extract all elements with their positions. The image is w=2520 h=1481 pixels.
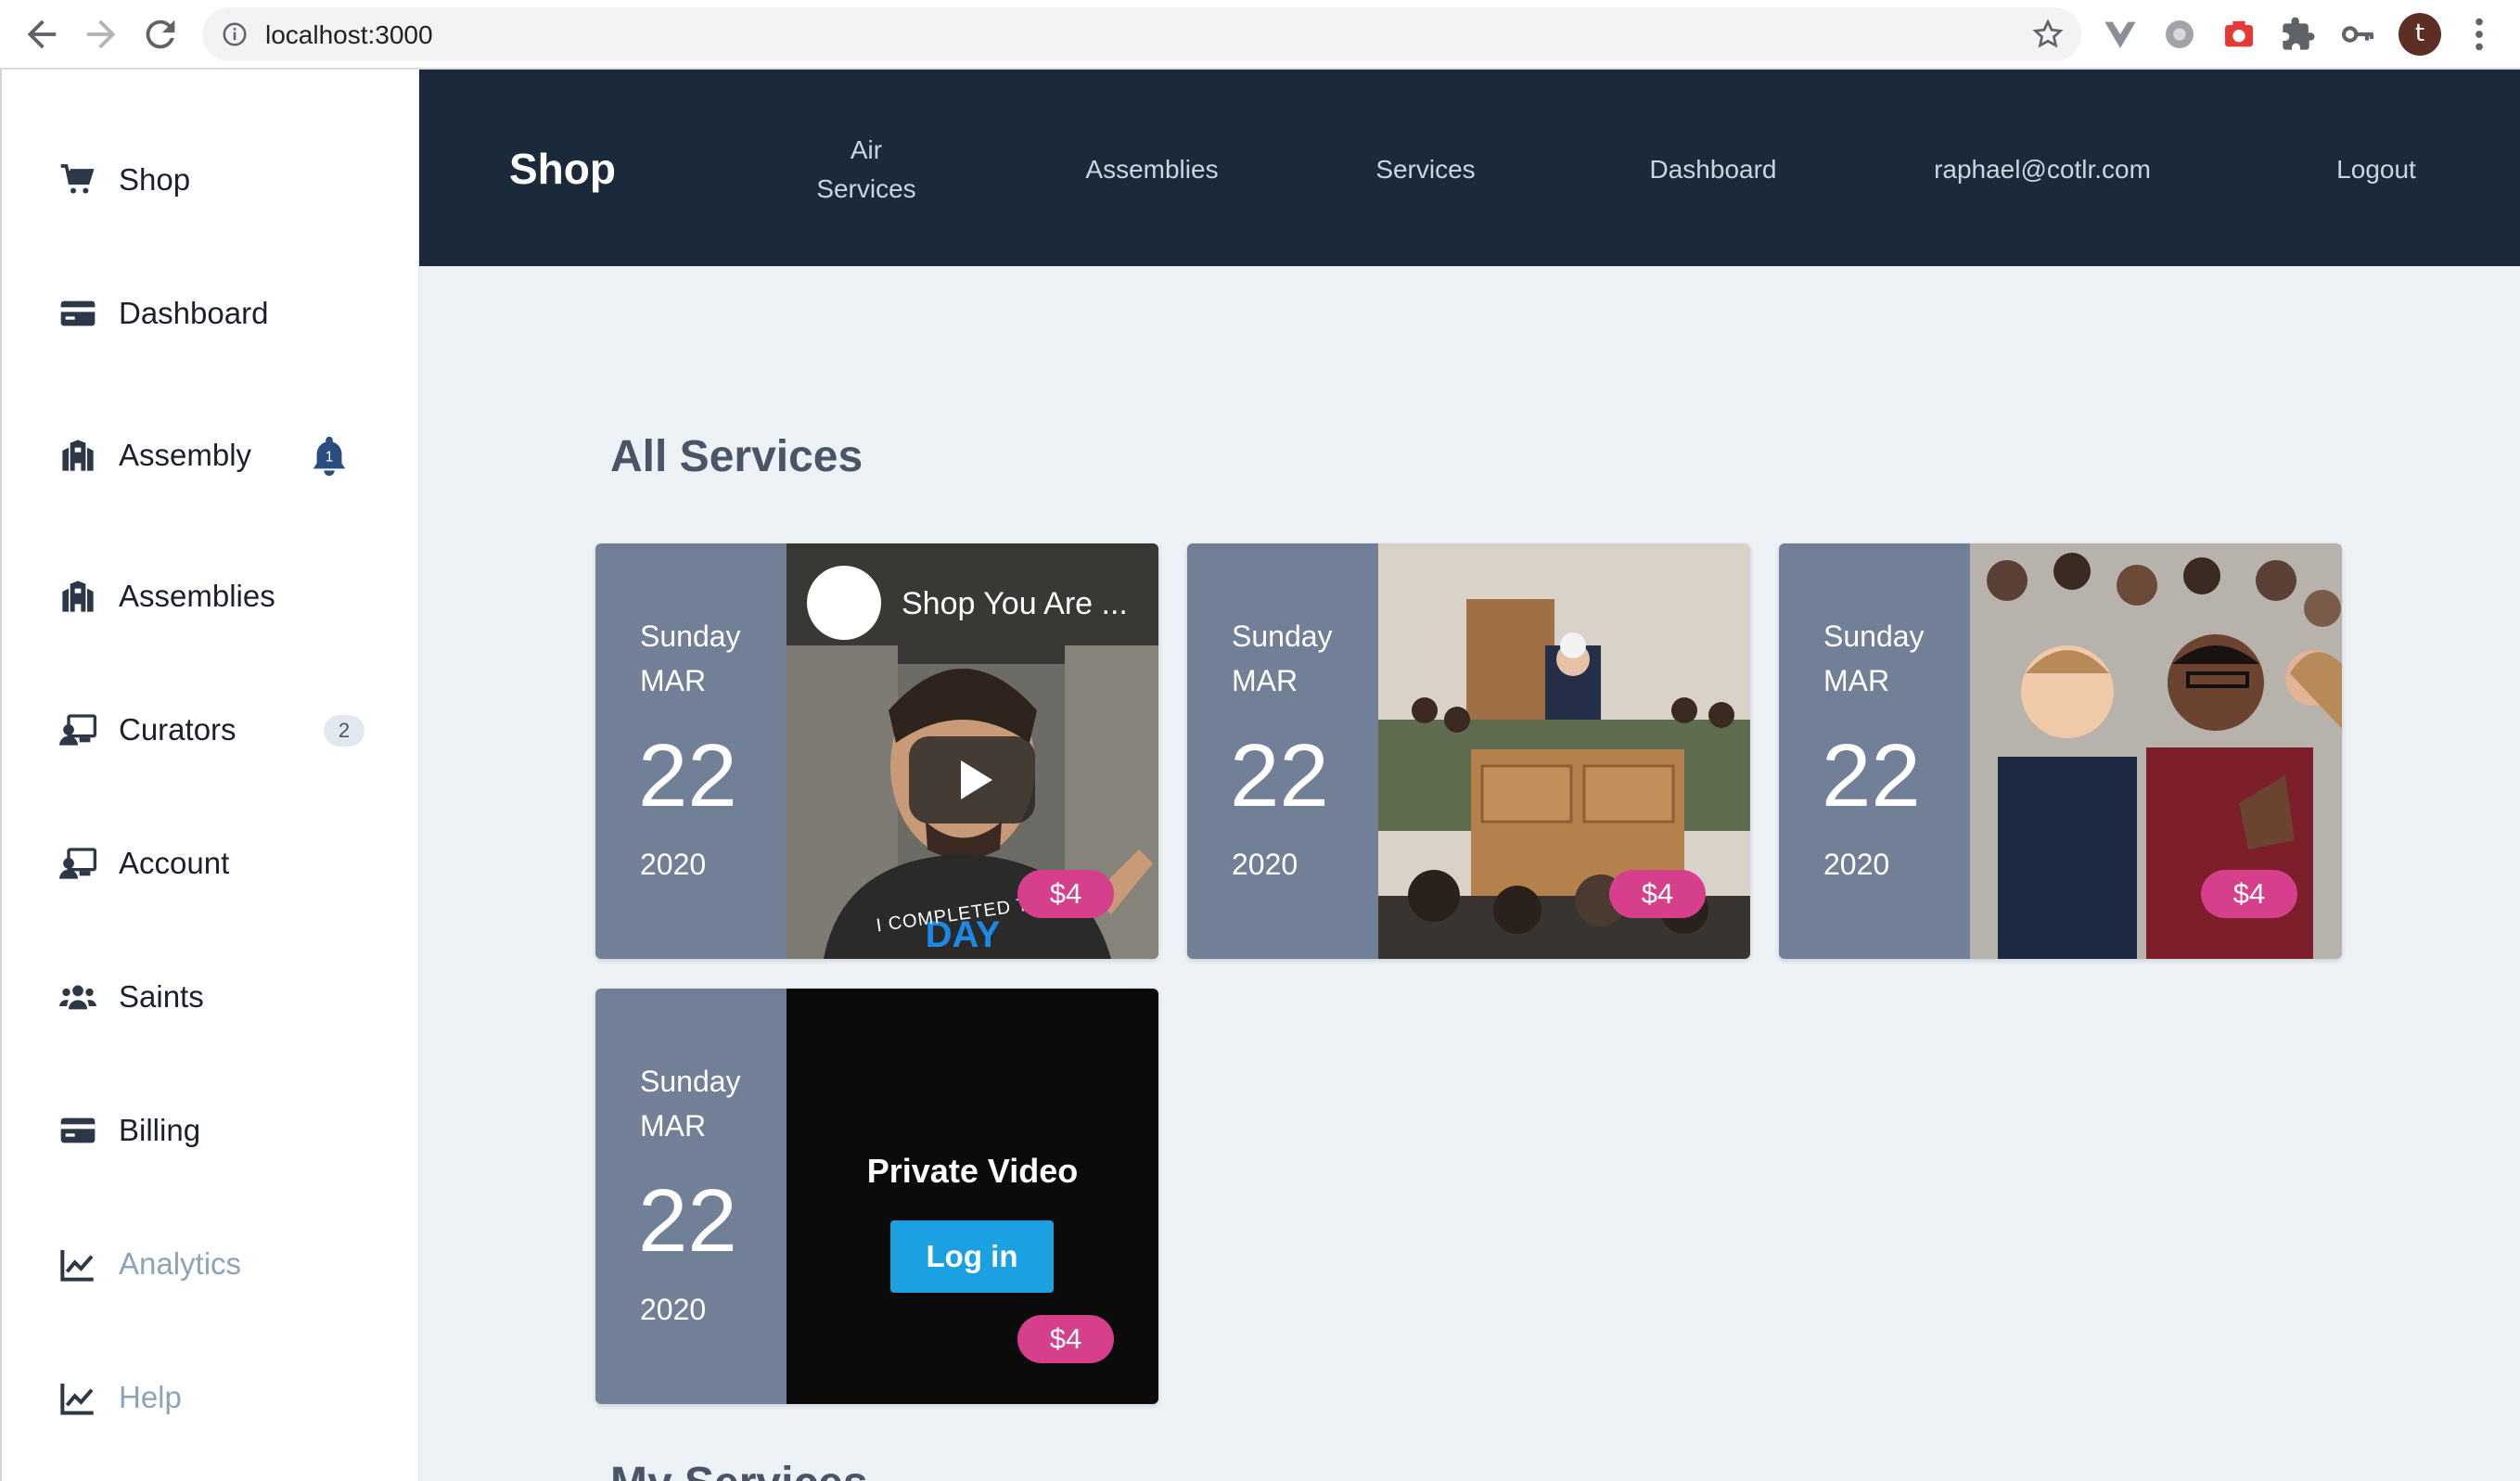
nav-link-services[interactable]: Services [1347, 150, 1504, 189]
sidebar: Shop Dashboard Assembly 1 Assemblies Cur… [0, 70, 419, 1481]
play-icon[interactable] [909, 736, 1035, 823]
nav-link-line: Services [816, 174, 916, 203]
service-year: 2020 [640, 1293, 707, 1326]
service-card[interactable]: Sunday MAR 22 2020 Private Video Log in … [595, 989, 1158, 1404]
sidebar-item-analytics[interactable]: Analytics [59, 1236, 393, 1292]
cart-icon [59, 161, 96, 198]
service-image: $4 [1378, 543, 1750, 959]
info-icon[interactable] [221, 20, 249, 48]
nav-link-user-email[interactable]: raphael@cotlr.com [1917, 150, 2168, 189]
sidebar-item-shop[interactable]: Shop [59, 152, 393, 208]
price-badge: $4 [2201, 870, 2297, 918]
service-weekday: Sunday [1823, 619, 1925, 653]
section-title-all-services: All Services [610, 432, 863, 481]
nav-link-assemblies[interactable]: Assemblies [1059, 150, 1245, 189]
login-button[interactable]: Log in [890, 1220, 1054, 1293]
service-day: 22 [1822, 726, 1921, 825]
video-embed[interactable]: DAY Shop You Are ... I COMPLETED THE $4 [787, 543, 1158, 959]
sidebar-item-help[interactable]: Help [59, 1370, 393, 1425]
video-title[interactable]: Shop You Are ... [902, 586, 1128, 622]
service-date-panel: Sunday MAR 22 2020 [595, 543, 787, 959]
price-badge: $4 [1017, 1315, 1114, 1363]
sidebar-item-curators[interactable]: Curators 2 [59, 702, 393, 758]
nav-link-dashboard[interactable]: Dashboard [1625, 150, 1801, 189]
service-weekday: Sunday [1232, 619, 1333, 653]
nav-link-logout[interactable]: Logout [2311, 150, 2441, 189]
sidebar-item-label: Assemblies [119, 579, 275, 613]
building-icon [59, 578, 96, 615]
url-text[interactable]: localhost:3000 [265, 20, 433, 50]
users-icon [59, 978, 96, 1015]
service-year: 2020 [1232, 848, 1298, 881]
sidebar-item-label: Account [119, 846, 230, 880]
service-date-panel: Sunday MAR 22 2020 [595, 989, 787, 1404]
bookmark-star-icon[interactable] [2031, 18, 2065, 51]
service-date-panel: Sunday MAR 22 2020 [1187, 543, 1378, 959]
service-month: MAR [1823, 664, 1890, 697]
profile-avatar[interactable]: t [2398, 13, 2441, 56]
svg-text:1: 1 [326, 450, 334, 466]
service-weekday: Sunday [640, 619, 741, 653]
service-month: MAR [1232, 664, 1298, 697]
service-year: 2020 [640, 848, 707, 881]
price-badge: $4 [1609, 870, 1706, 918]
sidebar-item-label: Shop [119, 162, 191, 197]
puzzle-icon[interactable] [2280, 16, 2317, 53]
settings-extension-icon[interactable] [2161, 16, 2198, 53]
curators-count-badge: 2 [324, 715, 365, 747]
bell-icon[interactable]: 1 [308, 433, 351, 479]
service-date-panel: Sunday MAR 22 2020 [1779, 543, 1970, 959]
sidebar-item-label: Curators [119, 712, 237, 747]
vue-devtools-icon[interactable] [2102, 16, 2139, 53]
brand-logo[interactable]: Shop [509, 144, 616, 194]
service-day: 22 [1230, 726, 1329, 825]
building-icon [59, 437, 96, 474]
price-badge: $4 [1017, 870, 1114, 918]
service-month: MAR [640, 1109, 707, 1143]
card-icon [59, 295, 96, 332]
service-card[interactable]: Sunday MAR 22 2020 $4 [1779, 543, 2342, 959]
sidebar-item-label: Help [119, 1380, 182, 1414]
sidebar-item-saints[interactable]: Saints [59, 969, 393, 1025]
service-card[interactable]: Sunday MAR 22 2020 DAY Shop You Are ... [595, 543, 1158, 959]
service-weekday: Sunday [640, 1065, 741, 1098]
nav-link-line: Air [850, 135, 883, 164]
chart-icon [59, 1245, 96, 1283]
service-month: MAR [640, 664, 707, 697]
forward-icon[interactable] [80, 13, 122, 56]
curator-icon [59, 711, 96, 748]
key-icon[interactable] [2339, 16, 2376, 53]
service-day: 22 [638, 1171, 737, 1270]
reload-icon[interactable] [139, 13, 182, 56]
sidebar-item-billing[interactable]: Billing [59, 1103, 393, 1158]
sidebar-item-assemblies[interactable]: Assemblies [59, 568, 393, 624]
sidebar-item-label: Saints [119, 979, 204, 1014]
curator-icon [59, 845, 96, 882]
address-bar[interactable]: localhost:3000 [202, 7, 2081, 61]
camera-icon[interactable] [2220, 16, 2258, 53]
chart-icon [59, 1379, 96, 1416]
sidebar-item-label: Assembly [119, 438, 252, 472]
browser-toolbar: localhost:3000 t [0, 0, 2520, 70]
card-icon [59, 1112, 96, 1149]
sidebar-item-dashboard[interactable]: Dashboard [59, 286, 393, 341]
service-card[interactable]: Sunday MAR 22 2020 $4 [1187, 543, 1750, 959]
back-icon[interactable] [20, 13, 63, 56]
private-video-title: Private Video [866, 1152, 1079, 1190]
sidebar-item-label: Billing [119, 1113, 201, 1147]
sidebar-item-label: Dashboard [119, 296, 269, 330]
nav-link-air-services[interactable]: Air Services [792, 131, 940, 209]
section-title-my-services: My Services [610, 1458, 868, 1481]
sidebar-item-assembly[interactable]: Assembly 1 [59, 428, 393, 483]
main-content: All Services Sunday MAR 22 2020 DAY Shop… [419, 266, 2520, 1481]
top-navbar: Shop Air Services Assemblies Services Da… [419, 70, 2520, 266]
sidebar-item-account[interactable]: Account [59, 836, 393, 891]
channel-logo[interactable] [807, 566, 881, 640]
service-day: 22 [638, 726, 737, 825]
sidebar-item-label: Analytics [119, 1246, 242, 1281]
service-year: 2020 [1823, 848, 1890, 881]
more-menu-icon[interactable] [2458, 13, 2501, 56]
service-image: $4 [1970, 543, 2342, 959]
private-video-embed: Private Video Log in $4 [787, 989, 1158, 1404]
